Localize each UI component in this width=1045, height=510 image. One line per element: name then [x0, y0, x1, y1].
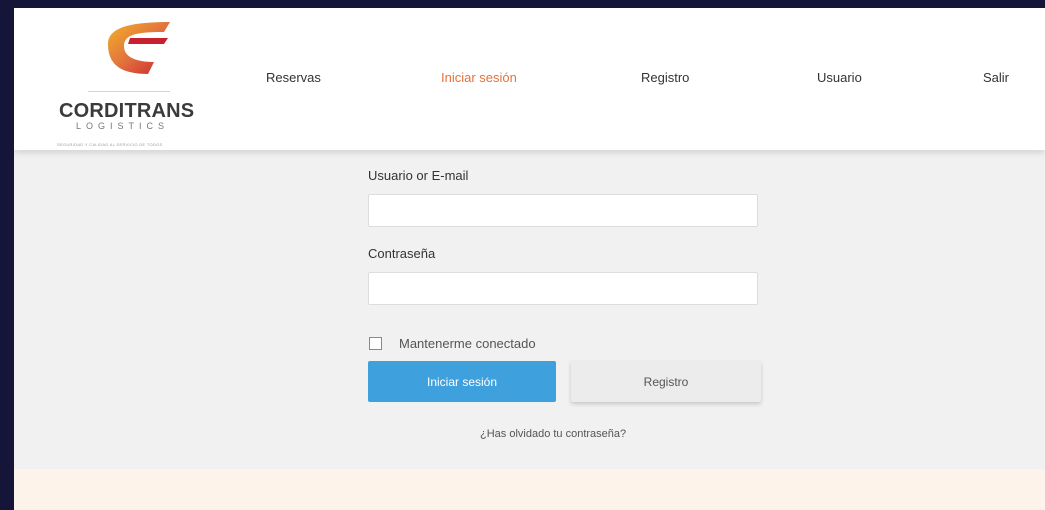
page-frame: CORDITRANS LOGISTICS SEGURIDAD Y CALIDAD… — [14, 8, 1045, 510]
corditrans-logo-icon — [108, 22, 170, 74]
brand-tagline: SEGURIDAD Y CALIDAD AL SERVICIO DE TODOS — [57, 142, 163, 147]
nav-item-iniciar-sesion[interactable]: Iniciar sesión — [441, 70, 517, 85]
brand-name: CORDITRANS — [59, 100, 195, 122]
username-label: Usuario or E-mail — [368, 168, 469, 183]
site-header: CORDITRANS LOGISTICS SEGURIDAD Y CALIDAD… — [14, 8, 1045, 150]
footer-band — [14, 469, 1045, 510]
nav-item-usuario[interactable]: Usuario — [817, 70, 862, 85]
login-button[interactable]: Iniciar sesión — [368, 361, 556, 402]
username-input[interactable] — [368, 194, 758, 227]
register-button[interactable]: Registro — [571, 361, 761, 402]
remember-me-label: Mantenerme conectado — [399, 336, 536, 351]
forgot-password-link[interactable]: ¿Has olvidado tu contraseña? — [480, 428, 626, 440]
brand-subtitle: LOGISTICS — [76, 121, 170, 131]
nav-item-registro[interactable]: Registro — [641, 70, 689, 85]
password-input[interactable] — [368, 272, 758, 305]
nav-item-reservas[interactable]: Reservas — [266, 70, 321, 85]
password-label: Contraseña — [368, 246, 436, 261]
brand-logo[interactable]: CORDITRANS LOGISTICS SEGURIDAD Y CALIDAD… — [54, 18, 204, 147]
nav-item-salir[interactable]: Salir — [983, 70, 1009, 85]
logo-divider — [88, 91, 170, 92]
remember-me-checkbox[interactable] — [369, 337, 382, 350]
